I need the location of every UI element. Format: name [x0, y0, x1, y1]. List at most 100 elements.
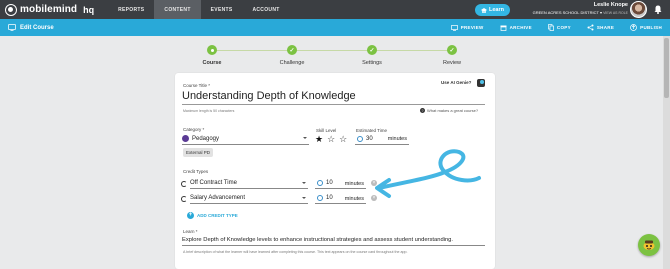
chevron-down-icon	[302, 197, 306, 199]
step-review[interactable]: ✓ Review	[422, 45, 482, 66]
step-settings[interactable]: ✓ Settings	[342, 45, 402, 66]
logo-icon	[5, 3, 17, 16]
progress-stepper: Course ✓ Challenge ✓ Settings ✓ Review	[0, 40, 670, 70]
skill-level-rating[interactable]: ★ ☆ ☆	[315, 135, 347, 144]
publish-label: PUBLISH	[640, 25, 662, 30]
minutes-unit: minutes	[344, 181, 364, 187]
skill-level-label: Skill Level	[316, 128, 337, 133]
minutes-unit: minutes	[344, 196, 364, 202]
archive-button[interactable]: ARCHIVE	[500, 25, 532, 31]
avatar[interactable]	[630, 1, 647, 18]
step-challenge[interactable]: ✓ Challenge	[262, 45, 322, 66]
step-label: Challenge	[279, 60, 305, 66]
star-filled-icon[interactable]: ★	[315, 135, 323, 144]
publish-icon	[630, 24, 637, 31]
learn-label: Learn *	[183, 229, 198, 234]
star-empty-icon[interactable]: ☆	[327, 135, 335, 144]
nav-links: REPORTS CONTENT EVENTS ACCOUNT	[108, 0, 289, 19]
credit-minutes-value: 10	[326, 180, 333, 186]
credit-minutes-value: 10	[326, 195, 333, 201]
assistant-fab-button[interactable]	[638, 234, 660, 256]
ai-genie-toggle[interactable]: Use AI Genie?	[441, 80, 471, 85]
credit-row: Salary Advancement 10 minutes ×	[181, 193, 381, 205]
estimated-time-input[interactable]: 30 minutes	[355, 133, 409, 145]
learn-button-label: Learn	[489, 7, 504, 13]
district-name: GREEN ACRES SCHOOL DISTRICT	[532, 10, 599, 15]
edit-course-title: Edit Course	[20, 24, 54, 31]
user-menu[interactable]: Leslie Knope GREEN ACRES SCHOOL DISTRICT…	[516, 2, 628, 15]
preview-button[interactable]: PREVIEW	[450, 24, 484, 31]
credit-type-icon	[181, 181, 187, 187]
help-icon: ?	[420, 108, 425, 113]
course-bar-title: Edit Course	[8, 24, 54, 31]
archive-icon	[500, 25, 507, 31]
ai-genie-icon[interactable]	[477, 79, 485, 87]
chevron-down-icon: ▾	[599, 10, 602, 15]
check-icon: ✓	[447, 45, 457, 55]
check-icon: ✓	[287, 45, 297, 55]
assistant-icon	[643, 240, 655, 250]
logo[interactable]: mobilemind hq	[5, 3, 95, 16]
logo-hq: hq	[83, 4, 95, 15]
credit-type-select[interactable]: Off Contract Time	[190, 178, 308, 189]
bell-icon[interactable]	[654, 5, 662, 14]
chevron-down-icon	[303, 137, 307, 139]
minutes-unit: minutes	[387, 136, 407, 142]
nav-content[interactable]: CONTENT	[154, 0, 201, 19]
chevron-down-icon	[302, 182, 306, 184]
title-hint: Maximum length is 50 characters	[183, 109, 235, 113]
copy-button[interactable]: COPY	[548, 24, 571, 31]
archive-label: ARCHIVE	[509, 25, 532, 30]
great-course-link[interactable]: ? What makes a great course?	[420, 108, 478, 113]
nav-reports[interactable]: REPORTS	[108, 0, 154, 19]
clock-icon	[317, 180, 323, 186]
nav-account[interactable]: ACCOUNT	[242, 0, 289, 19]
step-label: Settings	[362, 60, 382, 66]
user-name: Leslie Knope	[593, 2, 628, 8]
course-actions: PREVIEW ARCHIVE COPY SHARE PUBLISH	[435, 19, 662, 36]
clock-icon	[357, 135, 363, 142]
category-icon	[182, 135, 189, 142]
course-title-label: Course Title *	[183, 83, 211, 88]
credit-type-value: Off Contract Time	[190, 180, 237, 186]
copy-label: COPY	[556, 25, 571, 30]
nav-events[interactable]: EVENTS	[201, 0, 243, 19]
copy-icon	[548, 24, 554, 31]
add-credit-label: ADD CREDIT TYPE	[197, 213, 238, 218]
credit-minutes-input[interactable]: 10 minutes	[315, 193, 366, 204]
great-course-label: What makes a great course?	[427, 108, 479, 113]
learn-button[interactable]: Learn	[475, 4, 510, 16]
credit-type-value: Salary Advancement	[190, 195, 246, 201]
add-credit-type-button[interactable]: + ADD CREDIT TYPE	[187, 212, 238, 219]
estimated-time-value: 30	[366, 135, 373, 142]
share-button[interactable]: SHARE	[587, 24, 614, 31]
share-icon	[587, 24, 594, 31]
credit-minutes-input[interactable]: 10 minutes	[315, 178, 366, 189]
preview-icon	[450, 24, 458, 31]
annotation-arrow-icon	[375, 149, 481, 198]
step-current-icon	[207, 45, 217, 55]
learn-hint: A brief description of what the learner …	[183, 250, 408, 254]
credit-row: Off Contract Time 10 minutes ×	[181, 178, 381, 190]
category-select[interactable]: Pedagogy	[182, 133, 309, 145]
category-label: Category *	[183, 127, 205, 132]
credit-types-label: Credit Types	[183, 169, 209, 174]
logo-text: mobilemind	[20, 4, 78, 15]
learn-icon	[481, 7, 487, 13]
learn-input[interactable]: Explore Depth of Knowledge levels to enh…	[182, 235, 485, 246]
clock-icon	[317, 195, 323, 201]
step-label: Review	[442, 60, 462, 66]
step-course[interactable]: Course	[182, 45, 242, 66]
tag-chip[interactable]: External PD	[183, 148, 214, 157]
plus-icon: +	[187, 212, 194, 219]
category-value: Pedagogy	[192, 135, 220, 142]
credit-type-select[interactable]: Salary Advancement	[190, 193, 308, 204]
share-label: SHARE	[596, 25, 615, 30]
course-title-input[interactable]: Understanding Depth of Knowledge	[182, 89, 485, 105]
step-label: Course	[202, 60, 222, 66]
publish-button[interactable]: PUBLISH	[630, 24, 662, 31]
preview-label: PREVIEW	[460, 25, 484, 30]
star-empty-icon[interactable]: ☆	[339, 135, 347, 144]
scrollbar-thumb[interactable]	[664, 38, 669, 98]
credit-type-icon	[181, 196, 187, 202]
